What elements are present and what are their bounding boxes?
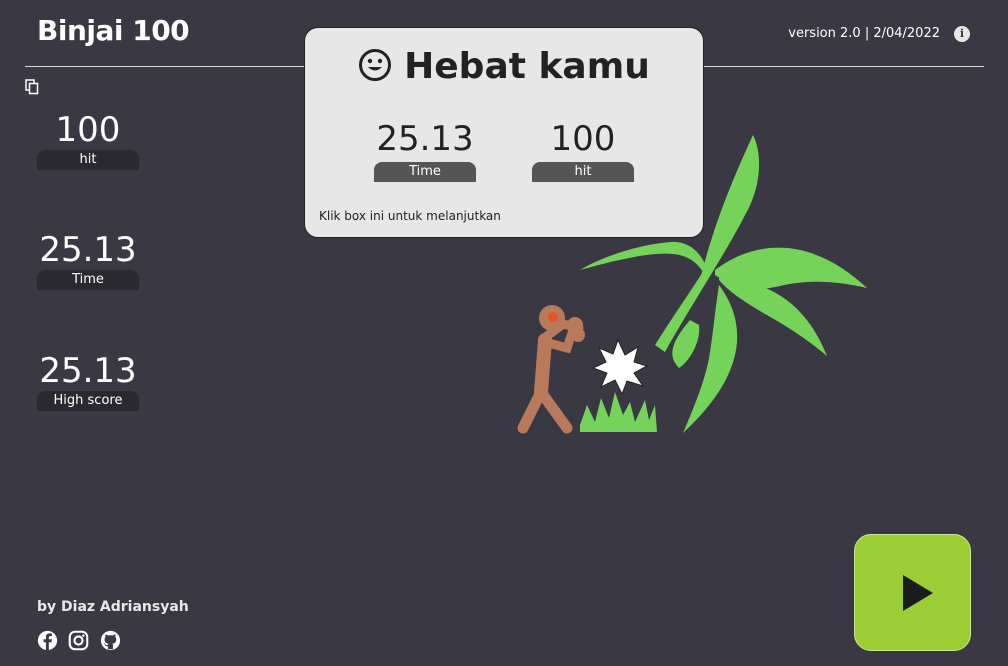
app-title: Binjai 100 (37, 14, 190, 47)
stat-time-value: 25.13 (39, 230, 137, 270)
modal-stat-time-label: Time (374, 162, 476, 182)
version-label: version 2.0 | 2/04/2022 (788, 26, 940, 41)
fire-emoji (548, 312, 558, 322)
modal-stat-hits-label: hit (532, 162, 634, 182)
modal-hint: Klik box ini untuk melanjutkan (319, 209, 501, 223)
github-icon[interactable] (100, 630, 121, 651)
modal-title: Hebat kamu (404, 46, 650, 87)
impact-burst (591, 338, 649, 396)
play-icon (903, 575, 933, 611)
modal-stat-hits-value: 100 (550, 119, 616, 159)
facebook-icon[interactable] (37, 630, 58, 651)
author-credit: by Diaz Adriansyah (37, 599, 189, 615)
modal-stat-time: 25.13 Time (374, 116, 476, 182)
stat-high-score: 25.13 High score (37, 351, 139, 411)
stat-time: 25.13 Time (37, 230, 139, 290)
result-modal[interactable]: Hebat kamu 25.13 Time 100 hit Klik box i… (304, 27, 704, 238)
modal-header: Hebat kamu (305, 46, 703, 87)
fighter-illustration (517, 305, 585, 434)
modal-stat-hits: 100 hit (532, 116, 634, 182)
copy-icon[interactable] (25, 79, 39, 95)
stat-high-score-value: 25.13 (39, 351, 137, 391)
stat-time-label: Time (37, 270, 139, 290)
stat-high-score-label: High score (37, 391, 139, 411)
instagram-icon[interactable] (68, 630, 89, 651)
modal-stat-time-value: 25.13 (376, 119, 474, 159)
stat-hits-label: hit (37, 150, 139, 170)
info-icon[interactable]: i (954, 26, 970, 42)
play-button[interactable] (854, 534, 971, 651)
stat-hits-value: 100 (55, 110, 121, 150)
stat-hits: 100 hit (37, 110, 139, 170)
smiley-icon (359, 49, 392, 81)
